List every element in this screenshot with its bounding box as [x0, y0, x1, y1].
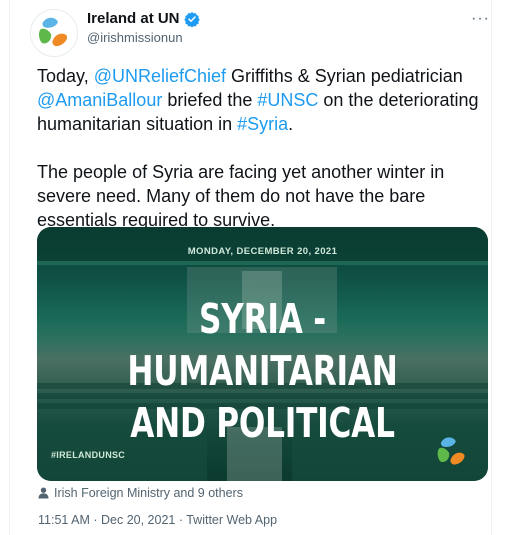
media-title: SYRIA - HUMANITARIAN AND POLITICAL	[91, 293, 434, 449]
mention-amaniballour[interactable]: @AmaniBallour	[37, 90, 162, 110]
media-logo-icon	[437, 437, 465, 465]
tweet-timestamp[interactable]: 11:51 AM · Dec 20, 2021 · Twitter Web Ap…	[38, 513, 277, 527]
tagged-users-label[interactable]: Irish Foreign Ministry and 9 others	[54, 486, 243, 500]
avatar[interactable]	[30, 9, 78, 57]
hashtag-syria[interactable]: #Syria	[237, 114, 288, 134]
more-icon[interactable]: ···	[471, 10, 490, 28]
author-name[interactable]: Ireland at UN	[87, 10, 200, 27]
tweet-paragraph-1: Today, @UNReliefChief Griffiths & Syrian…	[37, 64, 492, 136]
media-title-line-2: AND POLITICAL	[130, 399, 395, 447]
person-icon	[38, 487, 49, 499]
tweet-text: Today, @UNReliefChief Griffiths & Syrian…	[37, 64, 492, 232]
author-handle[interactable]: @irishmissionun	[87, 30, 183, 45]
mention-unreliefchief[interactable]: @UNReliefChief	[94, 66, 226, 86]
tweet-text-segment: .	[288, 114, 294, 134]
tagged-users[interactable]: Irish Foreign Ministry and 9 others	[38, 486, 243, 500]
hashtag-unsc[interactable]: #UNSC	[257, 90, 318, 110]
media-date: MONDAY, DECEMBER 20, 2021	[187, 246, 338, 257]
tweet-text-segment: briefed the	[162, 90, 258, 110]
media-title-line-1: SYRIA - HUMANITARIAN	[127, 295, 398, 395]
tweet-paragraph-2: The people of Syria are facing yet anoth…	[37, 162, 445, 230]
verified-badge-icon	[183, 11, 200, 27]
author-display-name[interactable]: Ireland at UN	[87, 10, 180, 27]
tweet-text-segment: Griffiths & Syrian pediatrician	[226, 66, 463, 86]
tweet-text-segment: Today,	[37, 66, 94, 86]
tweet-media-image[interactable]: MONDAY, DECEMBER 20, 2021 SYRIA - HUMANI…	[37, 227, 488, 481]
tweet-card: Ireland at UN @irishmissionun ··· Today,…	[9, 0, 492, 535]
ireland-un-logo-icon	[38, 17, 68, 47]
media-hashtag: #IRELANDUNSC	[51, 450, 126, 460]
